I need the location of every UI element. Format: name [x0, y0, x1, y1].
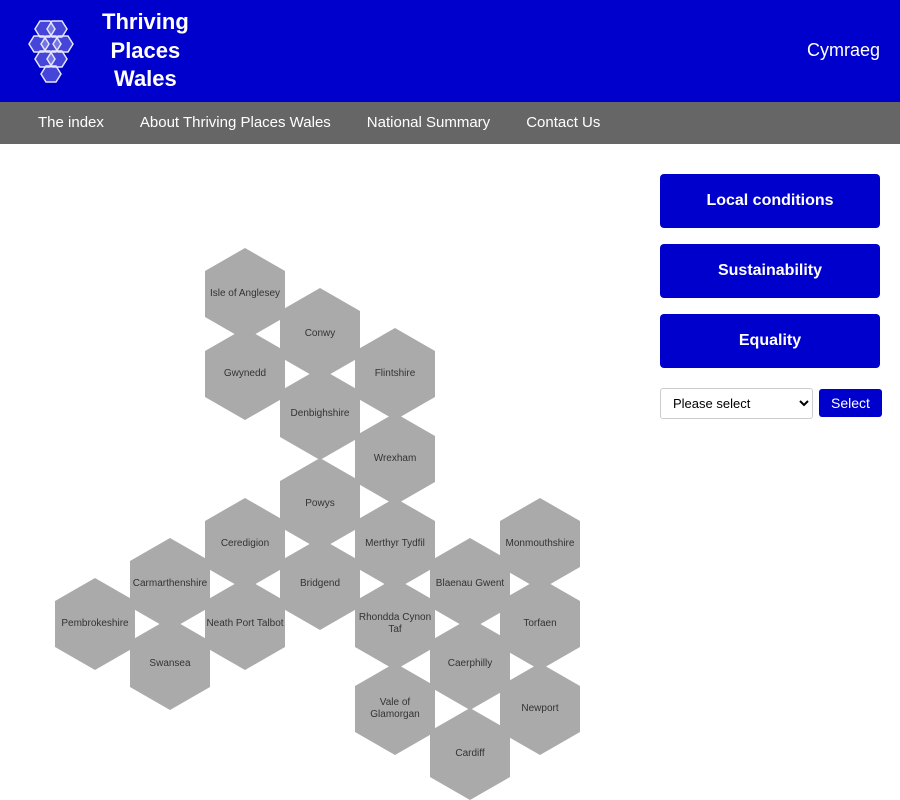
main-nav: The index About Thriving Places Wales Na…	[0, 102, 900, 144]
right-panel: Local conditions Sustainability Equality…	[660, 164, 880, 724]
hex-wrexham[interactable]: Wrexham	[355, 436, 435, 482]
hex-conwy[interactable]: Conwy	[280, 311, 360, 357]
hex-cardiff[interactable]: Cardiff	[430, 731, 510, 777]
nav-index[interactable]: The index	[20, 102, 122, 144]
hex-powys[interactable]: Powys	[280, 481, 360, 527]
header-left: Thriving Places Wales	[20, 8, 189, 94]
hex-denbighshire[interactable]: Denbighshire	[280, 391, 360, 437]
hex-swansea[interactable]: Swansea	[130, 641, 210, 687]
hex-caerphilly[interactable]: Caerphilly	[430, 641, 510, 687]
site-title: Thriving Places Wales	[102, 8, 189, 94]
hex-rhondda-cynon-taf[interactable]: Rhondda Cynon Taf	[355, 601, 435, 647]
nav-summary[interactable]: National Summary	[349, 102, 508, 144]
hex-blaenau-gwent[interactable]: Blaenau Gwent	[430, 561, 510, 607]
select-row: Please select Isle of AngleseyConwyGwyne…	[660, 388, 880, 419]
nav-contact[interactable]: Contact Us	[508, 102, 618, 144]
hex-map: Isle of AngleseyConwyGwynedd FlintshireDe…	[20, 164, 640, 724]
hex-merthyr-tydfil[interactable]: Merthyr Tydfil	[355, 521, 435, 567]
hex-monmouthshire[interactable]: Monmouthshire	[500, 521, 580, 567]
hex-ceredigion[interactable]: Ceredigion	[205, 521, 285, 567]
hex-gwynedd[interactable]: Gwynedd	[205, 351, 285, 397]
area-select[interactable]: Please select Isle of AngleseyConwyGwyne…	[660, 388, 813, 419]
select-button[interactable]: Select	[819, 389, 882, 417]
main-content: Isle of AngleseyConwyGwynedd FlintshireDe…	[0, 144, 900, 744]
hex-neath-port-talbot[interactable]: Neath Port Talbot	[205, 601, 285, 647]
logo-icon	[20, 16, 90, 86]
local-conditions-button[interactable]: Local conditions	[660, 174, 880, 228]
nav-about[interactable]: About Thriving Places Wales	[122, 102, 349, 144]
cymraeg-link[interactable]: Cymraeg	[807, 40, 880, 61]
hex-carmarthenshire[interactable]: Carmarthenshire	[130, 561, 210, 607]
hex-flintshire[interactable]: Flintshire	[355, 351, 435, 397]
equality-button[interactable]: Equality	[660, 314, 880, 368]
sustainability-button[interactable]: Sustainability	[660, 244, 880, 298]
hex-vale-of-glamorgan[interactable]: Vale of Glamorgan	[355, 686, 435, 732]
hex-newport[interactable]: Newport	[500, 686, 580, 732]
hex-pembrokeshire[interactable]: Pembrokeshire	[55, 601, 135, 647]
hex-torfaen[interactable]: Torfaen	[500, 601, 580, 647]
hex-isle-of-anglesey[interactable]: Isle of Anglesey	[205, 271, 285, 317]
site-header: Thriving Places Wales Cymraeg	[0, 0, 900, 102]
hex-bridgend[interactable]: Bridgend	[280, 561, 360, 607]
